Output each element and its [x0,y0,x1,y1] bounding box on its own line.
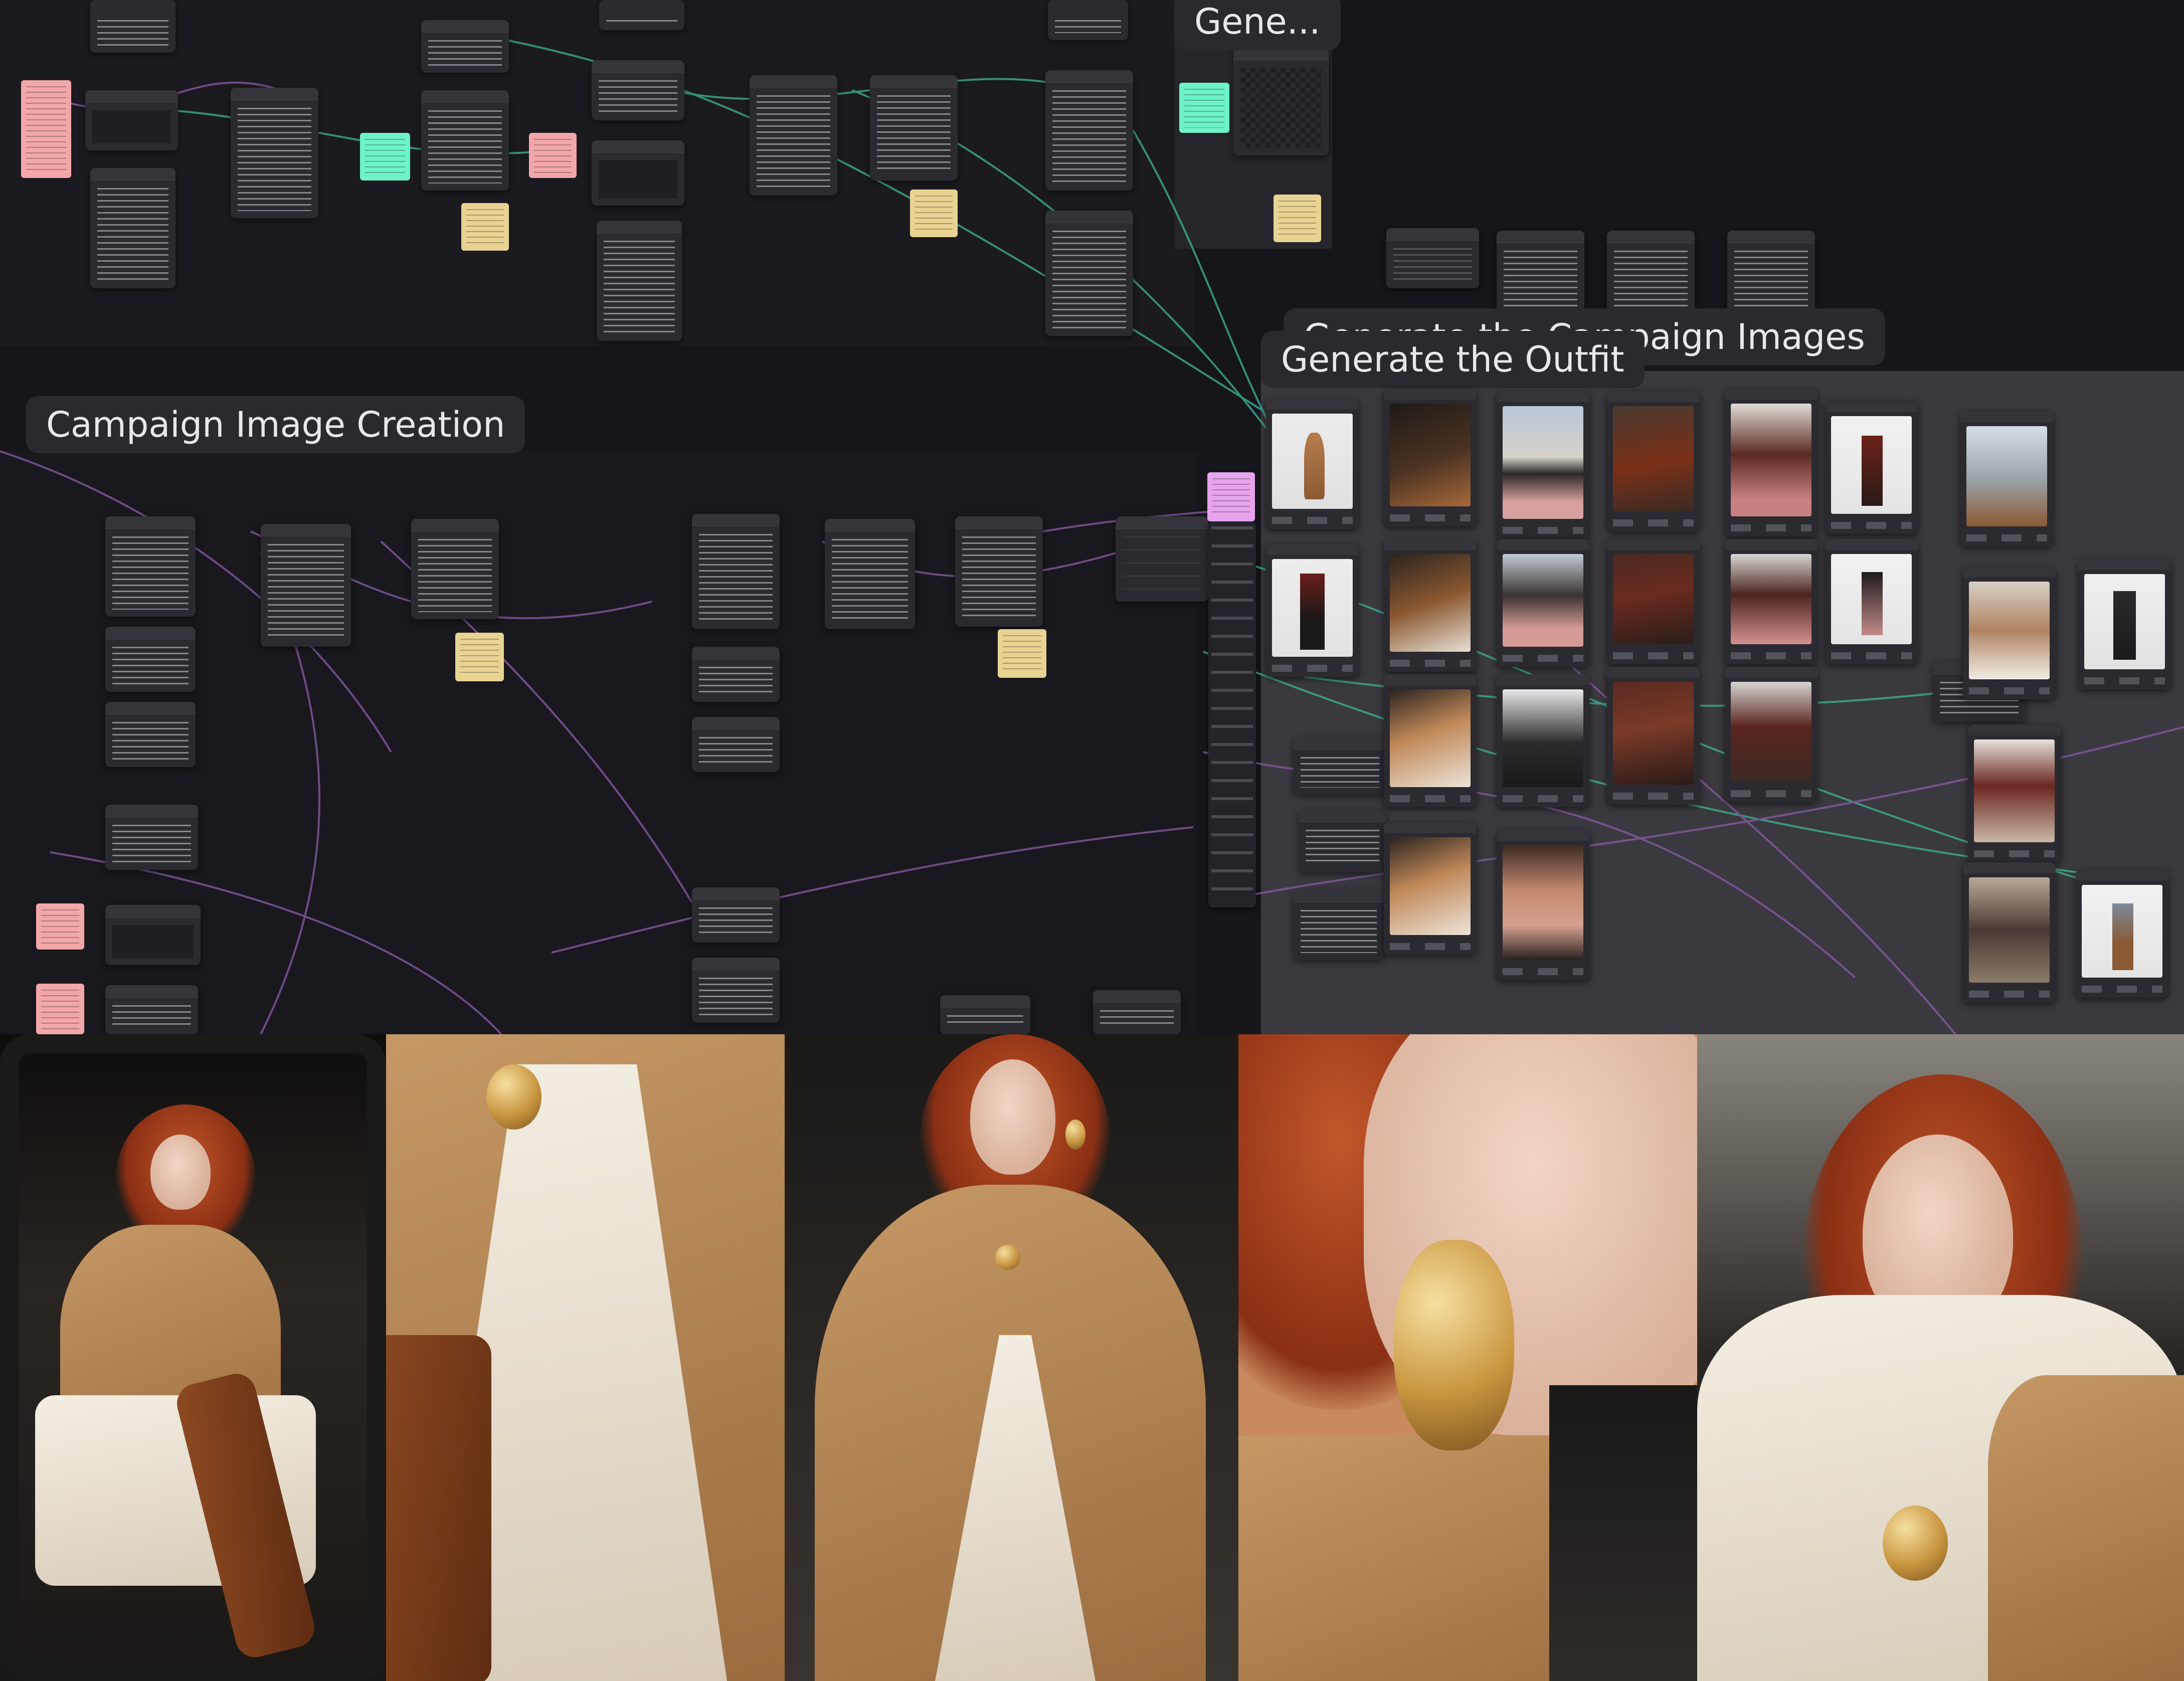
node-creation-mid[interactable] [692,514,780,629]
note-yellow-creation-b[interactable] [998,629,1046,678]
node-outfit-text-b[interactable] [1299,810,1386,872]
node-output-text[interactable] [870,75,958,180]
note-yellow-right[interactable] [1273,195,1321,242]
image-node-18[interactable] [1607,667,1700,805]
node-scene-dark[interactable] [105,905,201,965]
image-node-9[interactable] [1384,539,1477,672]
group-title-top-right[interactable]: Gene... [1174,0,1341,50]
image-node-5[interactable] [1725,389,1817,536]
node-scene-bottom[interactable] [105,985,198,1034]
image-node-14[interactable] [1963,567,2056,699]
node-combine[interactable] [750,75,837,196]
node-router[interactable] [1116,516,1208,602]
image-node-22[interactable] [1497,830,1589,980]
node-llm-text[interactable] [231,88,318,218]
image-node-13[interactable] [1825,539,1918,664]
note-yellow-top[interactable] [461,203,509,251]
image-node-23[interactable] [1963,862,2056,1003]
note-pink-creation-a[interactable] [36,903,84,950]
node-image-preview-top[interactable] [1233,48,1329,155]
node-text-top3[interactable] [1048,0,1128,40]
image-node-19[interactable] [1725,667,1817,802]
node-prompt-top[interactable] [421,20,509,73]
image-node-8[interactable] [1266,544,1359,677]
image-node-10[interactable] [1497,539,1589,667]
group-title-outfit[interactable]: Generate the Outfit [1261,331,1645,388]
campaign-photo-2[interactable] [386,1034,785,1681]
campaign-photo-3[interactable] [785,1034,1238,1681]
node-input-dark[interactable] [85,90,178,150]
node-graph-canvas[interactable]: Gene... Generate the Campaign Images Gen… [0,0,2184,1034]
image-node-16[interactable] [1384,674,1477,807]
node-scene-list-3[interactable] [105,805,198,870]
image-node-21[interactable] [1384,822,1477,955]
node-creation-bottom-c[interactable] [940,995,1030,1034]
node-text-prompt[interactable] [90,0,175,53]
node-list-b[interactable] [592,140,684,206]
group-title-campaign-image-creation[interactable]: Campaign Image Creation [26,396,525,453]
node-creation-combine[interactable] [825,519,915,629]
node-outfit-text-a[interactable] [1294,737,1386,795]
campaign-photo-strip [0,1034,2184,1681]
image-node-11[interactable] [1607,539,1700,664]
image-node-24[interactable] [2076,870,2168,998]
note-teal-top[interactable] [360,133,410,180]
campaign-photo-1[interactable] [0,1034,386,1681]
image-node-4[interactable] [1607,391,1700,531]
node-small-a[interactable] [1386,228,1479,288]
campaign-photo-5[interactable] [1697,1034,2184,1681]
node-variant-text-2[interactable] [1045,211,1133,336]
node-creation-mid-list[interactable] [692,647,780,702]
note-teal-right[interactable] [1179,83,1229,133]
image-node-6[interactable] [1825,401,1918,534]
node-outfit-text-c[interactable] [1294,890,1384,960]
node-creation-llm[interactable] [261,524,351,647]
node-text-top2[interactable] [599,0,684,30]
image-node-17[interactable] [1497,674,1589,807]
node-creation-output[interactable] [955,516,1043,627]
node-variant-text[interactable] [1045,70,1133,191]
node-instructions[interactable] [421,90,509,191]
image-node-1[interactable] [1266,399,1359,529]
node-scene-list[interactable] [105,627,196,692]
earring-icon [1394,1240,1514,1450]
note-yellow-creation-a[interactable] [455,633,504,681]
note-violet-creation[interactable] [1207,472,1255,521]
node-creation-bottom-b[interactable] [692,958,780,1023]
node-list-a[interactable] [592,60,684,120]
image-node-15[interactable] [2078,559,2171,689]
campaign-photo-4[interactable] [1238,1034,1697,1681]
node-list-c[interactable] [597,221,682,341]
node-scene-list-2[interactable] [105,702,196,767]
node-creation-bottom-a[interactable] [692,887,780,943]
node-scene-prompt[interactable] [105,516,196,617]
node-text-block[interactable] [90,168,175,288]
image-node-2[interactable] [1384,389,1477,526]
node-creation-mid-list-2[interactable] [692,717,780,772]
image-node-3[interactable] [1497,391,1589,539]
node-port-column[interactable] [1208,521,1256,907]
image-node-20[interactable] [1968,724,2061,862]
note-pink-top[interactable] [21,80,71,178]
image-node-12[interactable] [1725,539,1817,664]
node-creation-text[interactable] [411,519,499,619]
note-pink-creation-b[interactable] [36,984,84,1034]
node-creation-bottom-d[interactable] [1093,990,1181,1034]
note-yellow-top2[interactable] [910,190,958,237]
image-node-7[interactable] [1960,411,2053,546]
note-pink-mid[interactable] [529,133,577,178]
